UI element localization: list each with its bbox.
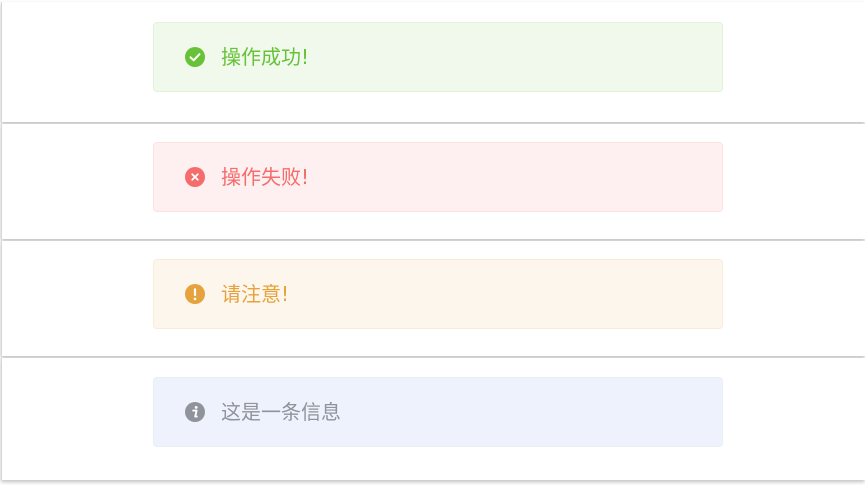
- info-panel: 这是一条信息: [1, 358, 865, 480]
- close-circle-icon: [185, 167, 205, 187]
- check-circle-icon: [185, 47, 205, 67]
- success-panel: 操作成功!: [1, 2, 865, 122]
- error-panel: 操作失败!: [1, 124, 865, 239]
- warning-circle-icon: [185, 284, 205, 304]
- warning-message-text: 请注意!: [221, 282, 290, 306]
- info-message-text: 这是一条信息: [221, 400, 341, 424]
- info-message: 这是一条信息: [153, 377, 723, 447]
- error-message: 操作失败!: [153, 142, 723, 212]
- warning-message: 请注意!: [153, 259, 723, 329]
- info-circle-icon: [185, 402, 205, 422]
- warning-panel: 请注意!: [1, 241, 865, 356]
- success-message: 操作成功!: [153, 22, 723, 92]
- error-message-text: 操作失败!: [221, 165, 310, 189]
- success-message-text: 操作成功!: [221, 45, 310, 69]
